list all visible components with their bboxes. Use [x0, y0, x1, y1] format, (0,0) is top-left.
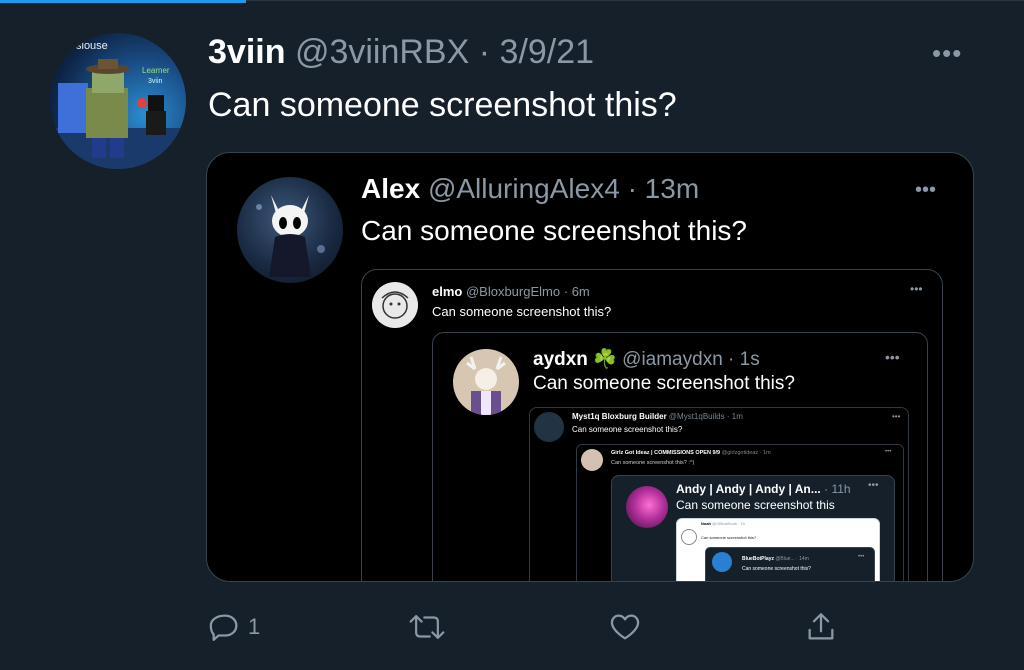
reply-icon	[208, 610, 242, 644]
handle[interactable]: @AlluringAlex4	[428, 173, 620, 204]
more-icon[interactable]: •••	[868, 480, 879, 491]
more-icon[interactable]: •••	[858, 554, 864, 560]
avatar	[237, 177, 343, 283]
separator-dot: ·	[478, 33, 491, 71]
quote-header: Alex @AlluringAlex4 · 13m	[361, 173, 699, 205]
separator-dot: ·	[563, 284, 569, 299]
sketch-avatar-icon	[381, 291, 409, 319]
avatar	[681, 529, 697, 545]
quoted-tweet[interactable]: BlueBotPlayz @Blue... · 14m ••• Can some…	[705, 547, 875, 581]
retweet-button[interactable]	[408, 610, 446, 644]
quote-header: Noah @OfficalNoah · 1h	[701, 521, 745, 526]
more-icon[interactable]: •••	[892, 412, 900, 421]
timestamp[interactable]: 1m	[763, 450, 771, 456]
timestamp[interactable]: 1s	[740, 349, 760, 370]
quoted-tweet[interactable]: Alex @AlluringAlex4 · 13m ••• Can someon…	[206, 152, 974, 582]
antler-character-icon	[466, 356, 506, 415]
quote-header: Girlz Got Ideaz | COMMISSIONS OPEN 9/9 @…	[611, 450, 771, 456]
more-icon[interactable]: •••	[932, 38, 962, 69]
share-icon	[804, 610, 838, 644]
display-name[interactable]: aydxn	[533, 349, 588, 370]
quote-text: Can someone screenshot this?	[361, 215, 747, 246]
handle[interactable]: @Myst1qBuilds	[669, 412, 725, 421]
quote-header: Andy | Andy | Andy | An... · 11h	[676, 482, 851, 496]
quoted-tweet[interactable]: Girlz Got Ideaz | COMMISSIONS OPEN 9/9 @…	[576, 444, 904, 581]
handle[interactable]: @BloxburgElmo	[466, 284, 560, 299]
display-name[interactable]: Noah	[701, 521, 711, 526]
quoted-tweet[interactable]: Noah @OfficalNoah · 1h Can someone scree…	[676, 518, 880, 581]
avatar-image: slouse Learner 3viin	[50, 40, 186, 169]
tweet-header: 3viin @3viinRBX · 3/9/21	[208, 32, 594, 72]
separator-dot: ·	[796, 556, 798, 562]
timestamp[interactable]: 13m	[645, 173, 699, 204]
more-icon[interactable]: •••	[885, 449, 891, 455]
quote-text: Can someone screenshot this? :^)	[611, 460, 695, 466]
avatar	[534, 412, 564, 442]
tweet-text: Can someone screenshot this?	[208, 86, 677, 124]
display-name[interactable]: Alex	[361, 173, 420, 204]
avatar[interactable]: slouse Learner 3viin	[50, 33, 186, 169]
quote-text: Can someone screenshot this?	[742, 566, 811, 572]
reply-button[interactable]: 1	[208, 610, 260, 644]
quoted-tweet[interactable]: Andy | Andy | Andy | An... · 11h ••• Can…	[611, 475, 895, 581]
like-button[interactable]	[608, 610, 642, 644]
more-icon[interactable]: •••	[915, 179, 936, 202]
timestamp[interactable]: 1h	[741, 521, 745, 526]
display-name[interactable]: BlueBotPlayz	[742, 556, 774, 562]
handle[interactable]: @girlzgotideaz	[722, 450, 758, 456]
display-name[interactable]: Myst1q	[572, 412, 600, 421]
timestamp[interactable]: 11h	[831, 482, 850, 496]
retweet-icon	[408, 610, 446, 644]
timestamp[interactable]: 1m	[732, 412, 743, 421]
quote-header: Myst1q Bloxburg Builder @Myst1qBuilds · …	[572, 412, 743, 421]
avatar	[712, 552, 732, 572]
timestamp[interactable]: 14m	[799, 556, 809, 562]
quote-header: elmo @BloxburgElmo · 6m	[432, 284, 590, 299]
quote-text: Can someone screenshot this?	[701, 535, 757, 540]
progress-bar	[0, 0, 246, 3]
role-label: Bloxburg Builder	[601, 412, 667, 421]
avatar	[453, 349, 519, 415]
separator-dot: ·	[759, 450, 762, 456]
avatar	[626, 486, 668, 528]
quote-header: BlueBotPlayz @Blue... · 14m	[742, 556, 809, 562]
avatar	[581, 449, 603, 471]
quote-header: aydxn ☘️ @iamaydxn · 1s	[533, 347, 760, 371]
quote-text: Can someone screenshot this?	[572, 425, 683, 434]
more-icon[interactable]: •••	[885, 349, 900, 365]
quote-text: Can someone screenshot this?	[533, 373, 795, 394]
avatar-tag: 3viin	[148, 78, 163, 85]
quote-text: Can someone screenshot this	[676, 498, 835, 512]
avatar-player-name: slouse	[76, 40, 108, 52]
hollow-knight-icon	[256, 195, 325, 277]
quoted-tweet[interactable]: Myst1q Bloxburg Builder @Myst1qBuilds · …	[529, 407, 909, 581]
reply-count: 1	[248, 614, 261, 639]
separator-dot: ·	[726, 412, 730, 421]
display-name[interactable]: elmo	[432, 284, 462, 299]
quoted-tweet[interactable]: elmo @BloxburgElmo · 6m ••• Can someone …	[361, 269, 943, 581]
separator-dot: ·	[738, 521, 740, 526]
like-icon	[608, 610, 642, 644]
more-icon[interactable]: •••	[910, 282, 923, 296]
quote-text: Can someone screenshot this?	[432, 304, 612, 319]
display-name[interactable]: Andy | Andy | Andy | An...	[676, 482, 821, 496]
handle[interactable]: @3viinRBX	[295, 33, 469, 71]
handle[interactable]: @OfficalNoah	[712, 521, 737, 526]
separator-dot: ·	[627, 173, 637, 204]
display-name[interactable]: 3viin	[208, 33, 285, 71]
handle[interactable]: @Blue...	[775, 556, 794, 562]
quoted-tweet[interactable]: aydxn ☘️ @iamaydxn · 1s ••• Can someone …	[432, 332, 928, 581]
separator-dot: ·	[728, 349, 735, 370]
share-button[interactable]	[804, 610, 838, 644]
avatar	[372, 282, 418, 328]
divider	[246, 0, 1024, 1]
separator-dot: ·	[824, 482, 829, 496]
handle[interactable]: @iamaydxn	[622, 349, 723, 370]
shamrock-icon: ☘️	[593, 349, 617, 370]
timestamp[interactable]: 6m	[572, 284, 590, 299]
avatar-badge: Learner	[142, 66, 170, 75]
timestamp[interactable]: 3/9/21	[500, 33, 595, 71]
display-name[interactable]: Girlz Got Ideaz | COMMISSIONS OPEN 9/9	[611, 450, 720, 456]
